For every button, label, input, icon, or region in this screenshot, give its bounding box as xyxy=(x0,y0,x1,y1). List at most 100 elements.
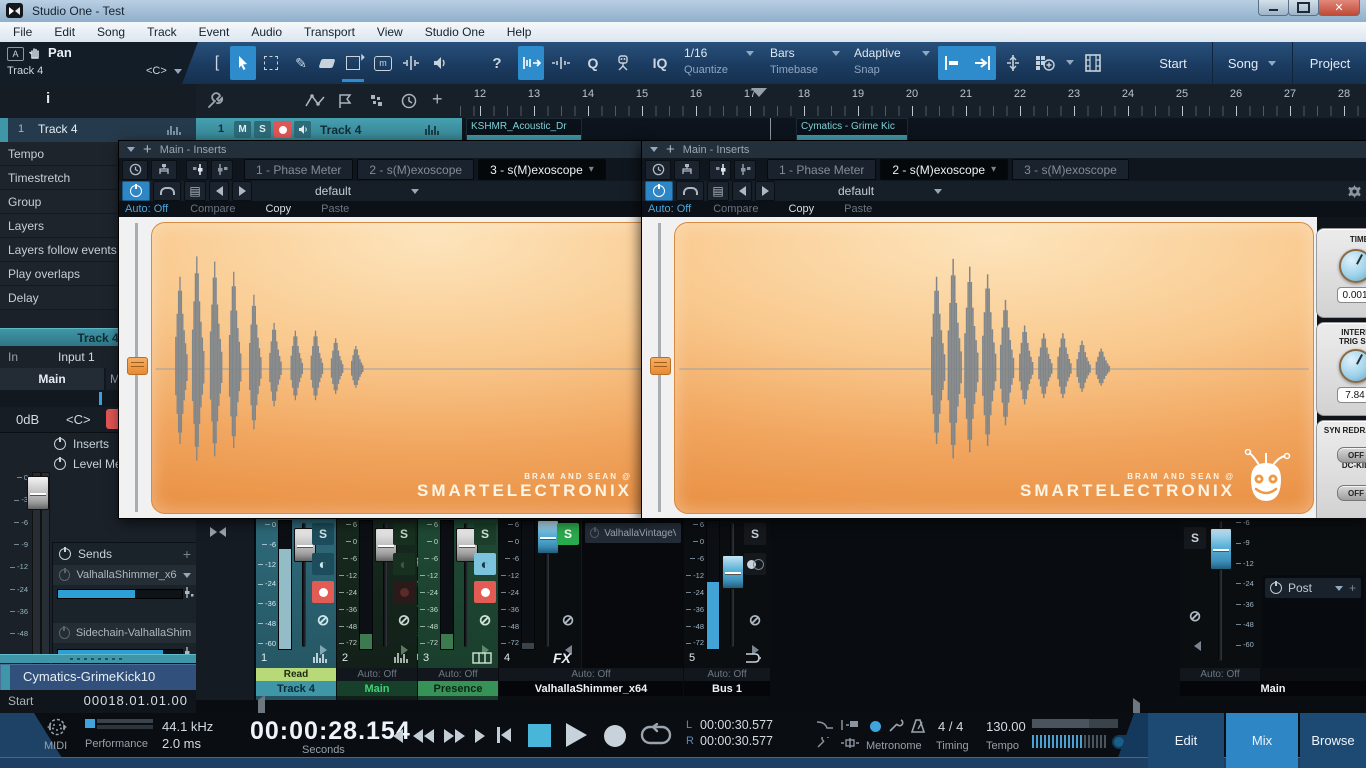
menu-item-event[interactable]: Event xyxy=(188,22,241,42)
gear-icon[interactable] xyxy=(1347,184,1362,199)
preset-name[interactable]: default xyxy=(838,184,874,198)
loop-icon[interactable] xyxy=(640,723,672,747)
monitor-icon[interactable]: ⊘ xyxy=(1184,605,1206,627)
metronome-label[interactable]: Metronome xyxy=(866,740,922,752)
performance-label[interactable]: Performance xyxy=(85,738,148,750)
power-icon[interactable] xyxy=(1270,582,1282,594)
forward-button[interactable] xyxy=(444,729,465,743)
routing-icon[interactable] xyxy=(674,159,700,180)
power-icon[interactable] xyxy=(54,437,66,450)
clock-icon[interactable] xyxy=(122,159,148,180)
song-page-button[interactable]: Song xyxy=(1212,42,1291,84)
plugin-window-titlebar[interactable]: + Main - Inserts xyxy=(642,141,1366,158)
monitor-icon[interactable]: ⊘ xyxy=(474,609,496,631)
maximize-button[interactable] xyxy=(1288,0,1319,16)
tool-icon[interactable] xyxy=(816,737,834,749)
wrench-icon[interactable] xyxy=(206,92,224,110)
solo-button[interactable]: S xyxy=(312,523,334,545)
pan-indicator[interactable] xyxy=(99,392,102,405)
power-icon[interactable] xyxy=(590,528,600,538)
play-button[interactable] xyxy=(566,723,587,747)
next-preset-icon[interactable] xyxy=(755,181,775,201)
clock-icon[interactable] xyxy=(645,159,671,180)
chevron-down-icon[interactable] xyxy=(127,147,135,152)
audio-bend-tool[interactable] xyxy=(548,46,574,80)
time-unit[interactable]: Seconds xyxy=(302,744,345,756)
next-preset-icon[interactable] xyxy=(232,181,252,201)
plugin-tab-3[interactable]: 3 - s(M)exoscope xyxy=(1012,159,1129,180)
automation-mode[interactable]: Auto: Off xyxy=(684,668,770,681)
iq-badge[interactable]: IQ xyxy=(644,46,676,80)
gain-value[interactable]: 0dB xyxy=(16,412,39,427)
monitor-icon[interactable]: ⊘ xyxy=(312,609,334,631)
grid-add-tool[interactable] xyxy=(1028,46,1062,80)
scope-display[interactable]: BRAM AND SEAN @ SMARTELECTRONIX xyxy=(151,222,642,514)
collapse-icon[interactable] xyxy=(1186,635,1208,657)
metronome-icon[interactable] xyxy=(910,719,926,733)
send-slot[interactable]: ValhallaShimmer_x64 xyxy=(53,565,197,585)
chevron-down-icon[interactable] xyxy=(174,69,182,74)
expand-editor-icon[interactable] xyxy=(211,159,233,180)
chevron-down-icon[interactable] xyxy=(411,188,420,194)
start-page-button[interactable]: Start xyxy=(1136,42,1210,84)
view-edit-button[interactable]: Edit xyxy=(1148,713,1224,768)
timing-value[interactable]: 4 / 4 xyxy=(938,719,963,734)
channel-name[interactable]: Bus 1 xyxy=(684,681,770,696)
chevron-down-icon[interactable] xyxy=(934,188,943,194)
menu-item-audio[interactable]: Audio xyxy=(240,22,293,42)
input-value[interactable]: Input 1 xyxy=(58,350,95,364)
time-display[interactable]: 00:00:28.154 xyxy=(250,717,411,746)
plugin-window-titlebar[interactable]: + Main - Inserts xyxy=(119,141,658,158)
metronome-settings-icon[interactable] xyxy=(888,719,904,733)
menu-item-view[interactable]: View xyxy=(366,22,414,42)
copy-button[interactable]: Copy xyxy=(265,203,291,215)
plugin-power-button[interactable] xyxy=(645,181,673,201)
quantize-select[interactable]: 1/16 Quantize xyxy=(680,45,760,81)
listen-tool[interactable] xyxy=(426,46,452,80)
record-button[interactable] xyxy=(393,581,415,603)
record-button-partial[interactable] xyxy=(106,409,118,429)
expand-editor-icon[interactable] xyxy=(734,159,756,180)
mixer-channel-valhallashimmer[interactable]: 6 0 -6 -12 -24 -36 -48 -72 S ⊘ 4 FX ValhallaVin… xyxy=(499,517,684,700)
pan-icon[interactable]: ◐ xyxy=(312,553,334,575)
channel-editor-icon[interactable] xyxy=(709,159,731,180)
add-insert-icon[interactable]: + xyxy=(666,141,675,158)
power-icon[interactable] xyxy=(59,627,70,639)
power-icon[interactable] xyxy=(59,548,71,560)
monitor-button[interactable] xyxy=(294,121,311,138)
monitor-icon[interactable]: ⊘ xyxy=(744,609,766,631)
marker-flag-icon[interactable] xyxy=(337,93,353,109)
compare-button[interactable]: Compare xyxy=(713,203,758,215)
paste-button[interactable]: Paste xyxy=(321,203,349,215)
auto-status[interactable]: Auto: Off xyxy=(125,203,168,215)
timeline-ruler[interactable]: 12 13 14 15 16 17 18 19 20 21 22 23 24 25 26 27 28 xyxy=(455,86,1366,116)
preset-file-icon[interactable]: ▤ xyxy=(184,181,206,201)
insert-slot[interactable]: ValhallaVintageV.. xyxy=(585,523,681,543)
track-height-tool[interactable] xyxy=(1000,46,1026,80)
menu-item-help[interactable]: Help xyxy=(496,22,543,42)
main-fader[interactable] xyxy=(1210,528,1232,570)
automation-mode[interactable]: Auto: Off xyxy=(418,668,498,681)
mute-tool[interactable]: m xyxy=(370,46,396,80)
menu-item-track[interactable]: Track xyxy=(136,22,188,42)
send-slot[interactable]: Sidechain-ValhallaShimm.. xyxy=(53,623,197,643)
stop-button[interactable] xyxy=(528,724,551,747)
add-insert-icon[interactable]: + xyxy=(143,141,152,158)
channel-fader[interactable] xyxy=(537,520,559,554)
mixer-channel-mainout[interactable]: S ⊘ -6 -9 -12 -24 -36 -48 -60 Post + Auto: Off… xyxy=(1180,517,1366,700)
prev-preset-icon[interactable] xyxy=(209,181,229,201)
automation-mode[interactable]: Auto: Off xyxy=(1180,668,1260,681)
pan-icon[interactable]: ◐ xyxy=(474,553,496,575)
view-mix-button[interactable]: Mix xyxy=(1226,713,1298,768)
clock-icon[interactable] xyxy=(401,93,417,109)
channel-editor-icon[interactable] xyxy=(186,159,208,180)
record-arm-button[interactable] xyxy=(274,121,291,138)
send-level[interactable] xyxy=(57,589,183,599)
plugin-window-2[interactable]: + Main - Inserts 1 - Phase Meter 2 - s(M)… xyxy=(641,140,1366,518)
video-tool[interactable] xyxy=(1080,46,1106,80)
event-name-row[interactable]: Cymatics-GrimeKick10 xyxy=(0,664,198,691)
close-button[interactable]: ✕ xyxy=(1318,0,1360,16)
compare-button[interactable]: Compare xyxy=(190,203,235,215)
plugin-window-1[interactable]: + Main - Inserts 1 - Phase Meter 2 - s(M)… xyxy=(118,140,658,519)
solo-button[interactable]: S xyxy=(393,523,415,545)
